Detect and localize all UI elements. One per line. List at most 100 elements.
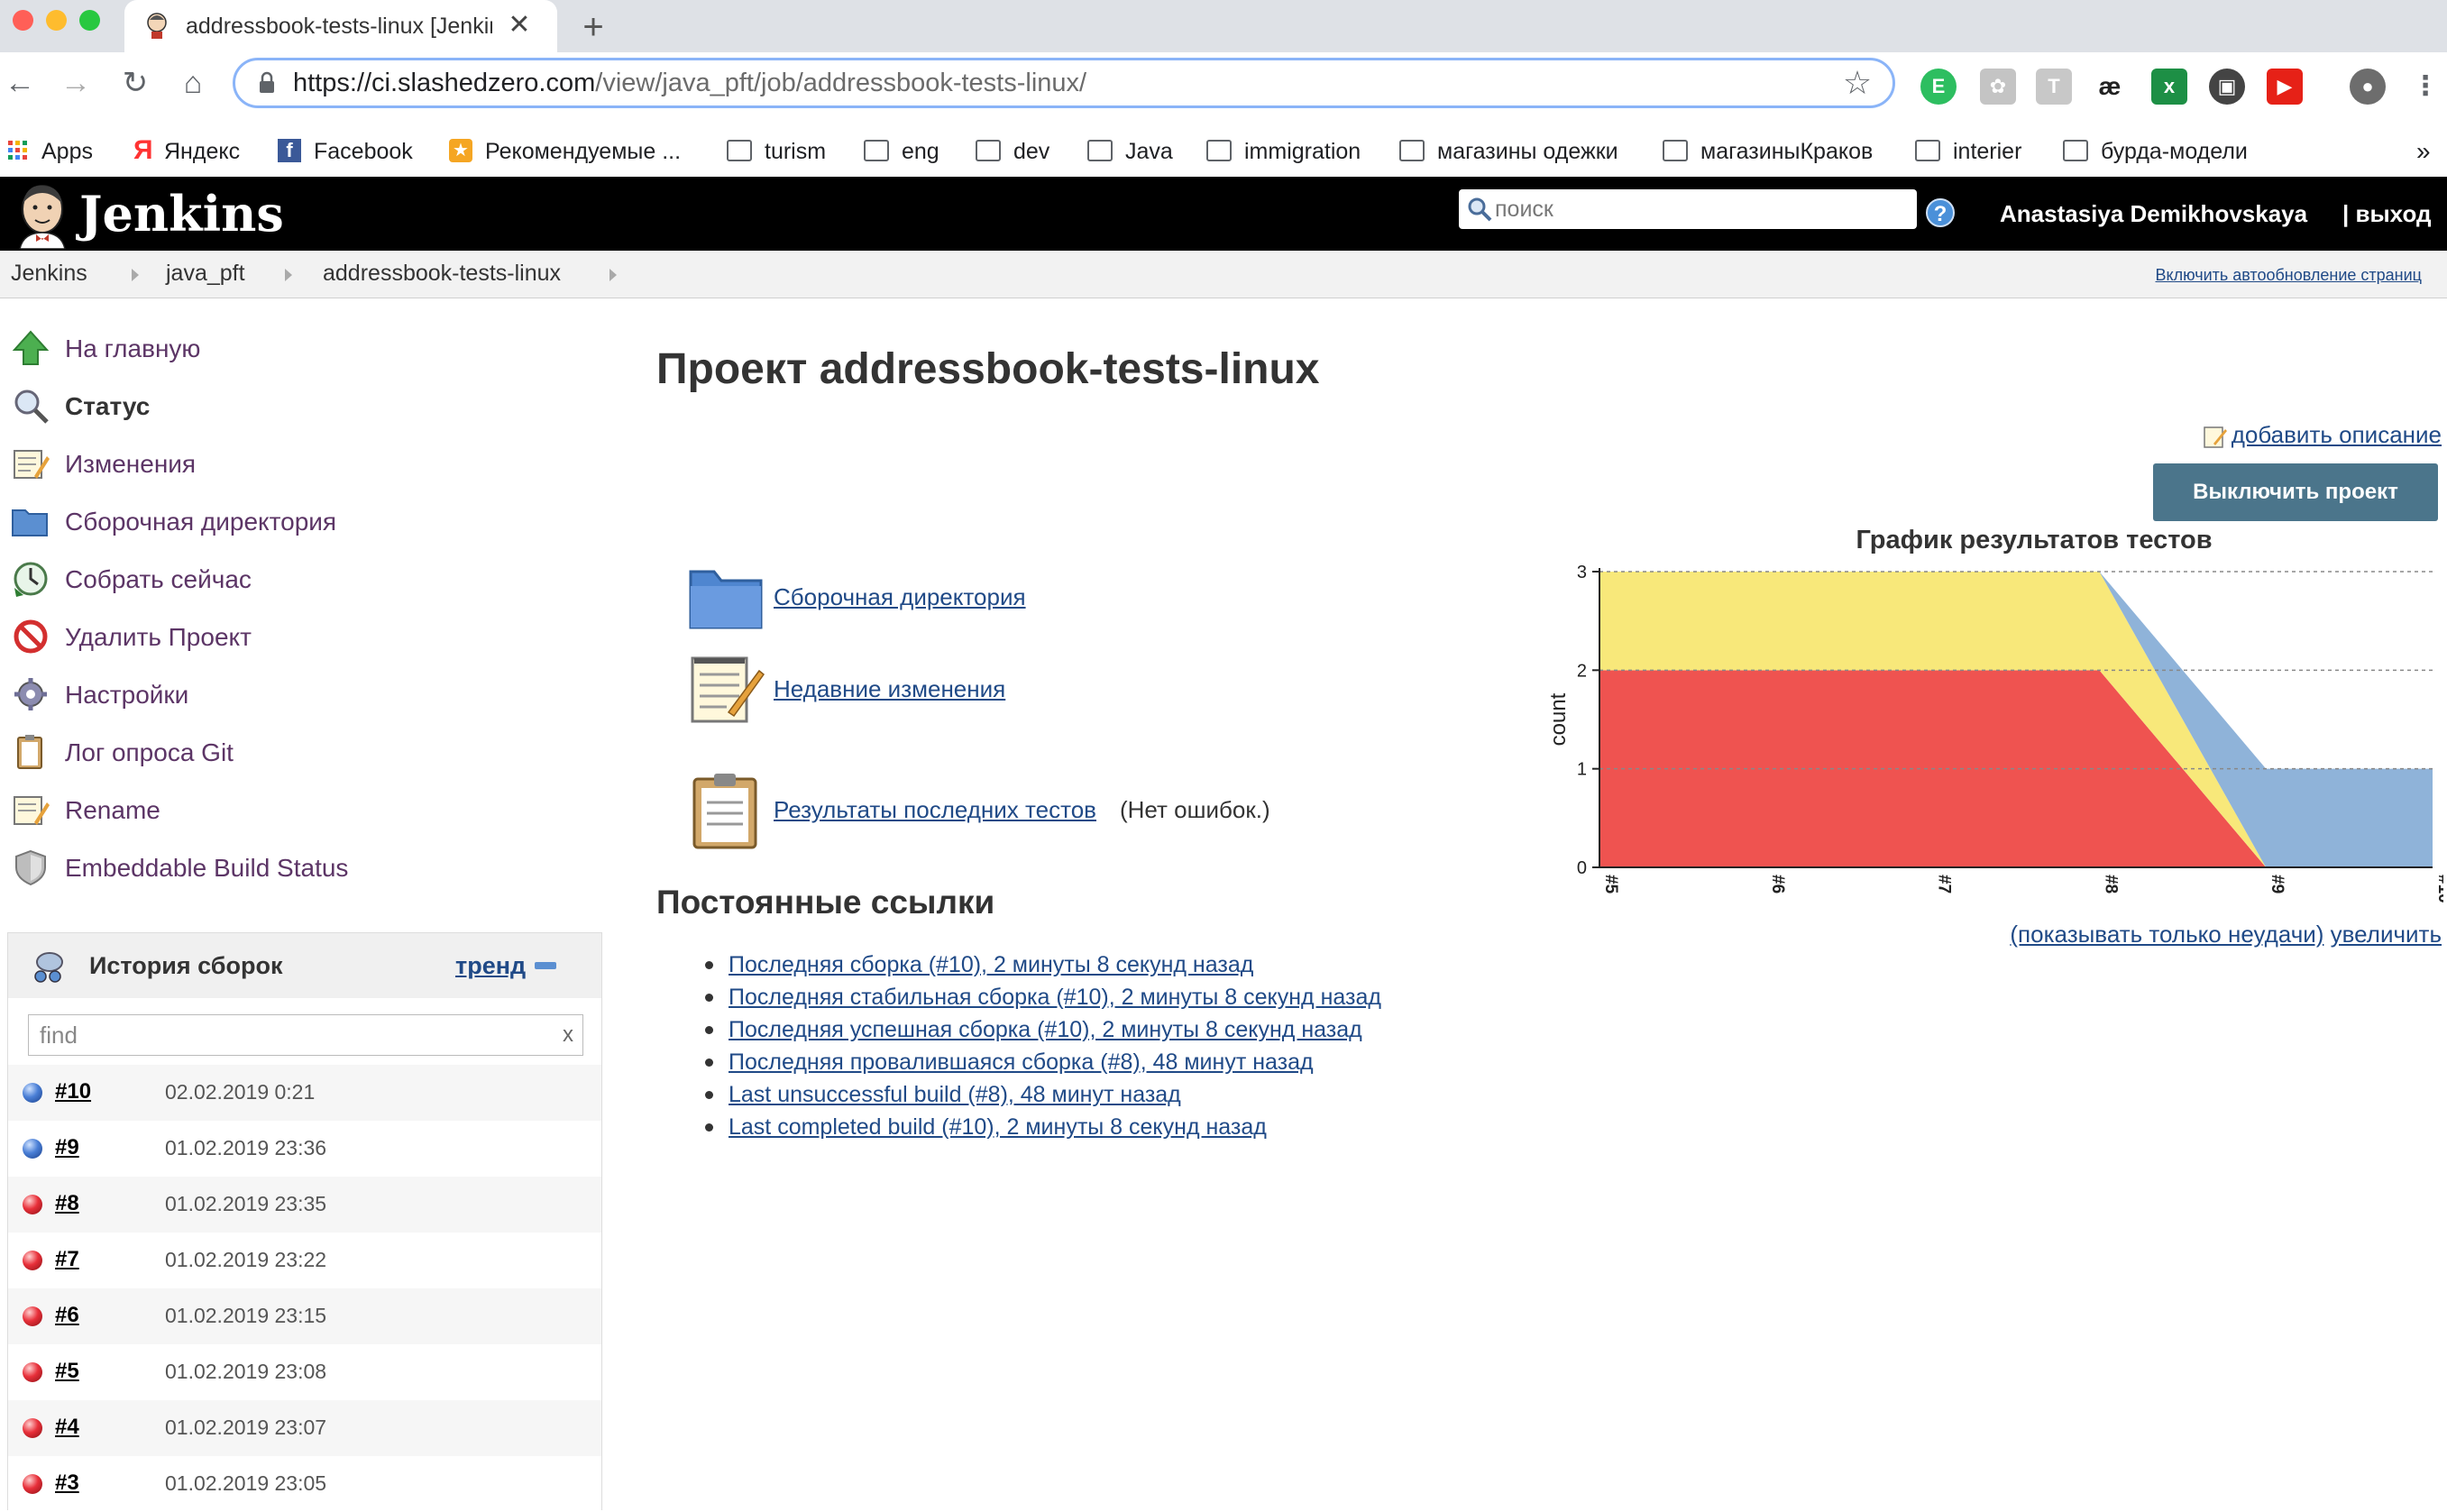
build-number-link[interactable]: #4: [55, 1413, 79, 1442]
build-number-link[interactable]: #10: [55, 1077, 91, 1106]
disable-project-button[interactable]: Выключить проект: [2153, 463, 2438, 521]
list-item: Последняя сборка (#10), 2 минуты 8 секун…: [689, 948, 1381, 981]
recent-changes-link-label[interactable]: Недавние изменения: [774, 674, 1005, 703]
bookmark-interier[interactable]: interier: [1915, 133, 2021, 170]
failure-ball-icon[interactable]: [23, 1474, 42, 1494]
folder-icon: [976, 140, 1001, 162]
permalink-last-unsuccessful-build[interactable]: Last unsuccessful build (#8), 48 минут н…: [729, 1082, 1181, 1107]
add-description-link[interactable]: добавить описание: [2203, 420, 2442, 449]
breadcrumb-arrow-icon[interactable]: [609, 269, 617, 281]
permalinks-list: Последняя сборка (#10), 2 минуты 8 секун…: [689, 948, 1381, 1143]
page-title: Проект addressbook-tests-linux: [656, 345, 1320, 393]
build-number-link[interactable]: #6: [55, 1301, 79, 1330]
task-label: На главную: [65, 334, 201, 362]
permalink-last-successful-build[interactable]: Последняя успешная сборка (#10), 2 минут…: [729, 1017, 1362, 1042]
workspace-link-label[interactable]: Сборочная директория: [774, 582, 1026, 611]
profile-avatar[interactable]: ●: [2350, 69, 2386, 105]
enable-autorefresh-link[interactable]: Включить автообновление страниц: [2156, 265, 2423, 285]
show-failures-only-link[interactable]: (показывать только неудачи): [2010, 921, 2323, 948]
recent-changes-link[interactable]: Недавние изменения: [687, 651, 1138, 727]
permalink-last-failed-build[interactable]: Последняя провалившаяся сборка (#8), 48 …: [729, 1049, 1314, 1075]
enlarge-chart-link[interactable]: увеличить: [2331, 921, 2442, 948]
close-window-button[interactable]: [13, 10, 33, 31]
paw-extension-icon[interactable]: ✿: [1980, 69, 2016, 105]
evernote-extension-icon[interactable]: E: [1920, 69, 1957, 105]
success-ball-icon[interactable]: [23, 1083, 42, 1103]
list-item: Последняя провалившаяся сборка (#8), 48 …: [689, 1046, 1381, 1078]
failure-ball-icon[interactable]: [23, 1306, 42, 1326]
yandex-icon: Я: [133, 135, 153, 166]
test-results-status: (Нет ошибок.): [1120, 796, 1270, 823]
reload-button[interactable]: ↻: [115, 63, 155, 103]
forward-button[interactable]: →: [56, 63, 96, 103]
address-bar[interactable]: https://ci.slashedzero.com/view/java_pft…: [233, 58, 1895, 108]
folder-icon: [12, 509, 48, 536]
jenkins-butler-logo-icon[interactable]: [11, 180, 74, 249]
permalink-last-build[interactable]: Последняя сборка (#10), 2 минуты 8 секун…: [729, 952, 1253, 977]
browser-tab[interactable]: addressbook-tests-linux [Jenkins] ✕: [124, 0, 557, 52]
workspace-link[interactable]: Сборочная директория: [687, 559, 1138, 635]
bookmark-turism[interactable]: turism: [727, 133, 826, 170]
gear-icon: [14, 678, 47, 710]
translate-extension-icon[interactable]: T: [2036, 69, 2072, 105]
latest-test-results-link[interactable]: Результаты последних тестов (Нет ошибок.…: [687, 768, 1372, 855]
build-history-panel: История сборок тренд find x #10 02.02.201…: [7, 932, 602, 1510]
failure-ball-icon[interactable]: [23, 1195, 42, 1214]
help-icon[interactable]: ?: [1926, 198, 1955, 227]
breadcrumb-jenkins[interactable]: Jenkins: [11, 260, 87, 287]
bookmark-eng[interactable]: eng: [864, 133, 939, 170]
minimize-window-button[interactable]: [46, 10, 67, 31]
bookmark-krakow-shops[interactable]: магазиныКраков: [1663, 133, 1873, 170]
excel-extension-icon[interactable]: x: [2151, 69, 2187, 105]
clipboard-icon: [17, 735, 42, 769]
app-name[interactable]: Jenkins: [79, 188, 284, 240]
new-tab-button[interactable]: +: [573, 7, 613, 47]
bookmark-burda[interactable]: бурда-модели: [2063, 133, 2248, 170]
breadcrumb-job[interactable]: addressbook-tests-linux: [323, 260, 561, 287]
collapse-minus-icon[interactable]: [535, 962, 556, 969]
menu-icon[interactable]: ⋮: [2407, 69, 2443, 105]
build-number-link[interactable]: #5: [55, 1357, 79, 1386]
clipboard-icon: [692, 774, 757, 849]
permalink-last-completed-build[interactable]: Last completed build (#10), 2 минуты 8 с…: [729, 1114, 1267, 1140]
record-extension-icon[interactable]: ▣: [2209, 69, 2245, 105]
bookmark-recommended[interactable]: ★ Рекомендуемые ...: [449, 133, 681, 170]
maximize-window-button[interactable]: [79, 10, 100, 31]
search-input[interactable]: поиск: [1459, 189, 1917, 229]
logout-link[interactable]: | выход: [2342, 200, 2432, 227]
ae-extension-icon[interactable]: æ: [2092, 69, 2128, 105]
bookmark-yandex[interactable]: Я Яндекс: [133, 133, 240, 170]
success-ball-icon[interactable]: [23, 1139, 42, 1159]
build-number-link[interactable]: #8: [55, 1189, 79, 1218]
permalink-last-stable-build[interactable]: Последняя стабильная сборка (#10), 2 мин…: [729, 985, 1381, 1010]
bookmark-apps[interactable]: Apps: [7, 133, 93, 170]
failure-ball-icon[interactable]: [23, 1362, 42, 1382]
failure-ball-icon[interactable]: [23, 1251, 42, 1270]
youtube-extension-icon[interactable]: ▶: [2267, 69, 2303, 105]
bookmark-facebook[interactable]: f Facebook: [278, 133, 413, 170]
trend-link[interactable]: тренд: [455, 951, 526, 980]
bookmark-dev[interactable]: dev: [976, 133, 1049, 170]
bookmark-immigration[interactable]: immigration: [1206, 133, 1361, 170]
user-name-link[interactable]: Anastasiya Demikhovskaya: [2000, 200, 2307, 227]
build-number-link[interactable]: #7: [55, 1245, 79, 1274]
latest-test-results-link-label[interactable]: Результаты последних тестов: [774, 795, 1096, 824]
breadcrumb-arrow-icon[interactable]: [132, 269, 139, 281]
failure-ball-icon[interactable]: [23, 1418, 42, 1438]
build-number-link[interactable]: #9: [55, 1133, 79, 1162]
breadcrumb-arrow-icon[interactable]: [285, 269, 292, 281]
bookmark-star-icon[interactable]: ☆: [1840, 66, 1874, 100]
build-number-link[interactable]: #3: [55, 1469, 79, 1498]
clear-find-icon[interactable]: x: [563, 1021, 573, 1049]
bookmarks-overflow-button[interactable]: »: [2416, 133, 2431, 170]
tab-close-icon[interactable]: ✕: [503, 9, 536, 41]
bookmark-java[interactable]: Java: [1087, 133, 1173, 170]
home-button[interactable]: ⌂: [173, 63, 213, 103]
breadcrumb-java-pft[interactable]: java_pft: [166, 260, 245, 287]
back-button[interactable]: ←: [0, 63, 40, 103]
build-history-title: История сборок: [89, 952, 283, 979]
test-result-trend-chart[interactable]: График результатов тестов 0 1 2 3 #5 #6 #7 #8 #9 #…: [1533, 521, 2443, 918]
build-find-input[interactable]: find x: [28, 1014, 583, 1056]
bookmark-clothes-shops[interactable]: магазины одежки: [1399, 133, 1618, 170]
folder-icon: [727, 140, 752, 162]
